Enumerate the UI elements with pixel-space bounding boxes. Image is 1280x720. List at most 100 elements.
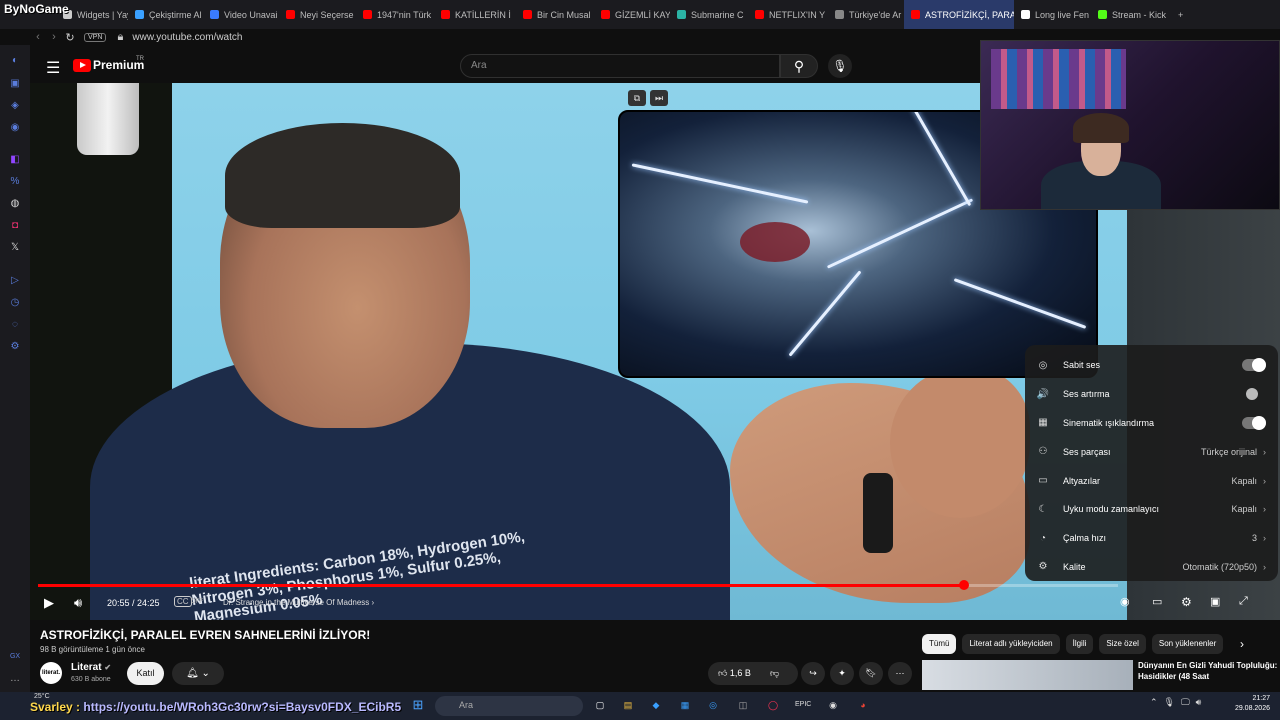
- settings-row[interactable]: ▭ Altyazılar Kapalı ›: [1025, 466, 1278, 495]
- wrist-watch: [863, 473, 893, 553]
- recommended-title[interactable]: Dünyanın En Gizli Yahudi Topluluğu: Hasi…: [1138, 660, 1278, 682]
- taskbar-search[interactable]: Ara: [435, 696, 583, 716]
- x-icon[interactable]: 𝕏: [9, 242, 21, 254]
- app-icon[interactable]: ◆: [648, 697, 664, 713]
- system-tray[interactable]: ⌃🎙︎🖵🔊︎: [1150, 697, 1207, 708]
- channel-name[interactable]: Literat ✔: [71, 662, 111, 673]
- chapter-title[interactable]: Dr. Strange in the Multiverse Of Madness…: [223, 598, 374, 607]
- new-tab-button[interactable]: +: [1171, 0, 1190, 29]
- settings-toggle[interactable]: [1242, 415, 1266, 430]
- progress-handle[interactable]: [958, 580, 969, 590]
- weather-widget[interactable]: 25°C: [34, 693, 50, 700]
- settings-row[interactable]: ◎ Sabit ses: [1025, 351, 1278, 380]
- chat-icon[interactable]: ◌: [9, 319, 21, 331]
- recommended-thumbnail[interactable]: [922, 660, 1133, 690]
- chevron-right-icon[interactable]: ›: [1240, 637, 1244, 651]
- hamburger-menu-icon[interactable]: ☰: [46, 58, 60, 78]
- save-icon[interactable]: 🔖︎: [859, 662, 883, 685]
- epic-games-icon[interactable]: EPIC: [795, 697, 811, 713]
- microphone-icon[interactable]: 🎙︎: [828, 54, 852, 78]
- twitch-icon[interactable]: ◧: [9, 154, 21, 166]
- chip[interactable]: İlgili: [1065, 634, 1094, 654]
- edge-icon[interactable]: ◎: [705, 697, 721, 713]
- autoplay-toggle[interactable]: CC: [174, 596, 192, 607]
- app-icon-2[interactable]: ◫: [735, 697, 751, 713]
- task-view-icon[interactable]: ▢: [592, 697, 608, 713]
- thumb-down-icon[interactable]: 👎︎: [770, 662, 779, 685]
- pip-skip-icon[interactable]: ⏭: [650, 90, 668, 106]
- discord-icon[interactable]: ◍: [9, 198, 21, 210]
- youtube-logo-icon[interactable]: [73, 59, 91, 72]
- store-app-icon[interactable]: ▦: [677, 697, 693, 713]
- settings-toggle[interactable]: [1242, 358, 1266, 373]
- browser-tab[interactable]: 1947'nin Türk: [356, 0, 434, 29]
- windows-start-icon[interactable]: ⊞: [410, 697, 426, 713]
- autoplay-switch-icon[interactable]: ◉: [1120, 595, 1130, 608]
- instagram-icon[interactable]: ◘: [9, 220, 21, 232]
- stream-chat-message: Svarley : https://youtu.be/WRoh3Gc30rw?s…: [30, 700, 401, 714]
- share-icon[interactable]: ↪: [801, 662, 825, 685]
- browser-tab[interactable]: Submarine C: [670, 0, 748, 29]
- vpn-badge[interactable]: VPN: [84, 32, 107, 42]
- play-icon[interactable]: ▶: [44, 595, 54, 611]
- messenger-icon[interactable]: ◉: [9, 122, 21, 134]
- browser-tab[interactable]: Türkiye'de Ar: [828, 0, 904, 29]
- search-input[interactable]: Ara: [460, 54, 780, 78]
- more-actions-icon[interactable]: ⋯: [888, 662, 912, 685]
- percent-icon[interactable]: %: [9, 176, 21, 188]
- back-icon[interactable]: ‹: [30, 31, 46, 43]
- obs-icon[interactable]: ◉: [825, 697, 841, 713]
- browser-tab[interactable]: Bir Cin Musal: [516, 0, 594, 29]
- browser-tab[interactable]: KATİLLERİN İ: [434, 0, 516, 29]
- settings-gear-icon[interactable]: ⚙: [1181, 595, 1192, 609]
- history-icon[interactable]: ◷: [9, 297, 21, 309]
- browser-tab[interactable]: Long live Fen: [1014, 0, 1091, 29]
- reload-icon[interactable]: ↻: [62, 31, 78, 44]
- settings-row[interactable]: ☾ Uyku modu zamanlayıcı Kapalı ›: [1025, 495, 1278, 524]
- theater-mode-icon[interactable]: ▣: [1210, 595, 1220, 608]
- settings-row-label: Altyazılar: [1063, 475, 1101, 486]
- browser-tab[interactable]: GİZEMLİ KAYI: [594, 0, 670, 29]
- taskbar-clock[interactable]: 21:27 29.08.2026: [1226, 694, 1270, 714]
- chip[interactable]: Size özel: [1099, 634, 1146, 654]
- pip-expand-icon[interactable]: ⧉: [628, 90, 646, 106]
- chip[interactable]: Son yüklenenler: [1151, 634, 1224, 654]
- file-explorer-icon[interactable]: ▤: [620, 697, 636, 713]
- settings-row-label: Ses parçası: [1063, 446, 1111, 457]
- feed-icon[interactable]: ◐: [9, 55, 21, 67]
- sparkle-icon[interactable]: ✦: [830, 662, 854, 685]
- subtitles-icon[interactable]: ▭: [1152, 595, 1162, 608]
- settings-icon[interactable]: ⚙: [9, 341, 21, 353]
- browser-tab[interactable]: Video Unavai: [203, 0, 279, 29]
- browser-tab[interactable]: ASTROFİZİKÇİ, PARALE: [904, 0, 1014, 29]
- gamepad-icon[interactable]: ◈: [9, 100, 21, 112]
- browser-tab[interactable]: Çekiştirme Al: [128, 0, 203, 29]
- url-field[interactable]: www.youtube.com/watch: [132, 32, 242, 43]
- search-icon[interactable]: ⚲: [780, 54, 818, 78]
- notification-bell-icon[interactable]: 🔔︎ ⌄: [172, 662, 224, 685]
- browser-tab[interactable]: Stream - Kick: [1091, 0, 1171, 29]
- chrome-icon[interactable]: ◕: [855, 697, 871, 713]
- opera-gx-icon[interactable]: ◯: [765, 697, 781, 713]
- settings-row[interactable]: ▦ Sinematik ışıklandırma: [1025, 409, 1278, 438]
- browser-tab[interactable]: NETFLIX'IN Y: [748, 0, 828, 29]
- store-icon[interactable]: ▣: [9, 78, 21, 90]
- player-icon[interactable]: ▷: [9, 275, 21, 287]
- settings-row[interactable]: 🔊 Ses artırma: [1025, 380, 1278, 409]
- browser-tab[interactable]: Neyi Seçerse: [279, 0, 356, 29]
- settings-row[interactable]: ⚙ Kalite Otomatik (720p50) ›: [1025, 553, 1278, 582]
- channel-avatar[interactable]: literat.: [40, 662, 62, 684]
- chip[interactable]: Tümü: [922, 634, 957, 654]
- gx-icon[interactable]: GX: [9, 651, 21, 663]
- forward-icon[interactable]: ›: [46, 31, 62, 43]
- tab-label: KATİLLERİN İ: [455, 9, 511, 20]
- like-button[interactable]: 👍︎ 1,6 B 👎︎: [708, 662, 798, 685]
- join-button[interactable]: Katıl: [127, 662, 164, 685]
- volume-icon[interactable]: 🔊︎: [74, 595, 82, 611]
- chip[interactable]: Literat adlı yükleyiciden: [962, 634, 1060, 654]
- fullscreen-icon[interactable]: ⤢: [1239, 595, 1248, 608]
- settings-toggle[interactable]: [1242, 388, 1266, 401]
- settings-row[interactable]: ◔ Çalma hızı 3 ›: [1025, 524, 1278, 553]
- settings-row[interactable]: ⚇ Ses parçası Türkçe orijinal ›: [1025, 437, 1278, 466]
- more-icon[interactable]: …: [9, 673, 21, 685]
